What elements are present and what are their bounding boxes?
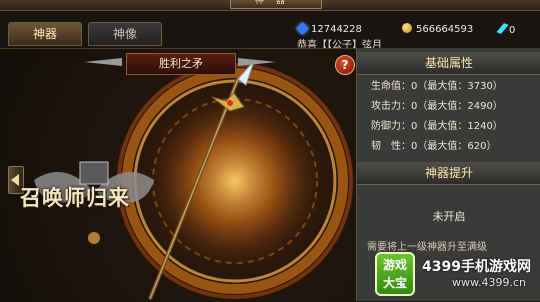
- upgrade-status: 未开启: [432, 210, 466, 223]
- diamond-counter: 12744228: [296, 22, 362, 37]
- window-title: 神器: [230, 0, 322, 9]
- gold-coin-icon: [402, 23, 412, 33]
- tab-statue[interactable]: 神像: [88, 22, 162, 46]
- watermark-title: 4399手机游戏网: [422, 259, 531, 275]
- tab-artifact[interactable]: 神器: [8, 22, 82, 46]
- watermark-badge-line2: 大宝: [382, 276, 407, 290]
- watermark-badge-line1: 游戏: [382, 258, 407, 272]
- stat-defense: 防御力：0（最大值：1240）: [371, 121, 503, 132]
- left-ornament: [84, 58, 122, 66]
- upgrade-requirement: 需要将上一级神器升至满级: [367, 242, 487, 253]
- top-bar: 神器: [0, 0, 540, 11]
- crystal-value: 0: [509, 25, 516, 36]
- base-attributes-title: 基础属性: [357, 52, 540, 75]
- gold-value: 566664593: [416, 24, 474, 35]
- stat-hp: 生命值：0（最大值：3730）: [371, 81, 503, 92]
- crystal-counter: 0: [496, 23, 516, 37]
- watermark-badge: 游戏 大宝: [375, 252, 415, 296]
- help-button[interactable]: ?: [335, 55, 355, 75]
- weapon-name: 胜利之矛: [126, 53, 236, 75]
- right-ornament: [238, 58, 276, 66]
- diamond-value: 12744228: [311, 24, 362, 35]
- crystal-icon: [496, 23, 509, 34]
- game-logo-text: 召唤师归来: [20, 185, 130, 210]
- upgrade-title: 神器提升: [357, 162, 540, 185]
- stat-toughness: 韧 性：0（最大值：620）: [371, 141, 497, 152]
- gold-counter: 566664593: [402, 23, 473, 37]
- watermark-url: www.4399.cn: [452, 276, 526, 289]
- diamond-icon: [296, 22, 309, 35]
- stat-attack: 攻击力：0（最大值：2490）: [371, 101, 503, 112]
